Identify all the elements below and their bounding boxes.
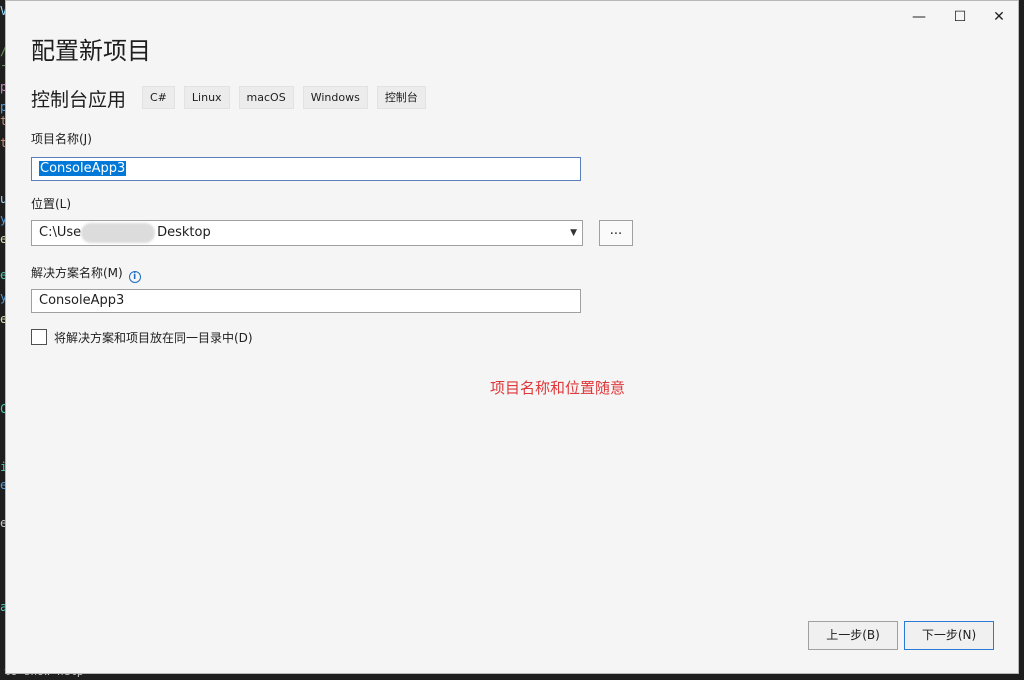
minimize-icon[interactable]: — [906,7,932,27]
browse-button[interactable]: ... [599,220,633,246]
project-name-value: ConsoleApp3 [39,161,127,176]
close-icon[interactable]: ✕ [986,7,1012,27]
solution-name-input[interactable]: ConsoleApp3 [31,289,581,313]
tag-windows: Windows [302,86,368,109]
page-title: 配置新项目 [31,37,151,65]
project-name-input[interactable]: ConsoleApp3 [31,157,581,181]
tag-linux: Linux [183,86,230,109]
chevron-down-icon[interactable]: ▼ [570,221,577,245]
maximize-icon[interactable]: ☐ [947,7,973,27]
tag-csharp: C# [142,86,175,109]
info-icon[interactable]: i [128,271,141,283]
annotation-note: 项目名称和位置随意 [490,379,626,397]
template-tags: C# Linux macOS Windows 控制台 [142,86,426,109]
same-directory-checkbox[interactable] [31,329,47,345]
location-value-prefix: C:\Use [39,225,82,240]
redacted-username [81,222,156,243]
location-value-suffix: Desktop [157,225,211,240]
project-name-label: 项目名称(J) [31,132,92,146]
location-label: 位置(L) [31,197,72,211]
back-button[interactable]: 上一步(B) [808,621,898,650]
template-name: 控制台应用 [31,89,127,111]
solution-name-label-row: 解决方案名称(M) i [31,264,141,283]
tag-macos: macOS [238,86,294,109]
location-combobox[interactable]: C:\Use Desktop ▼ [31,220,583,246]
solution-name-label: 解决方案名称(M) [31,266,123,280]
tag-console: 控制台 [376,86,426,109]
same-directory-label[interactable]: 将解决方案和项目放在同一目录中(D) [54,329,253,346]
configure-project-dialog: — ☐ ✕ 配置新项目 控制台应用 C# Linux macOS Windows… [5,0,1019,674]
next-button[interactable]: 下一步(N) [904,621,994,650]
